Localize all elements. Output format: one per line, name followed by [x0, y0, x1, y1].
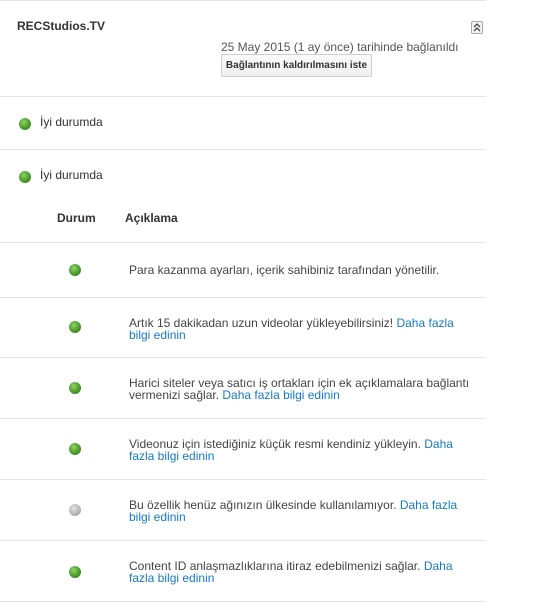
- learn-more-link[interactable]: Daha fazla bilgi edinin: [222, 388, 339, 402]
- status-label: İyi durumda: [40, 115, 103, 129]
- double-chevron-up-icon: [473, 23, 481, 32]
- divider: [0, 149, 486, 150]
- collapse-button[interactable]: [471, 21, 483, 34]
- divider: [0, 540, 486, 541]
- status-good-icon: [69, 382, 81, 394]
- feature-description: Bu özellik henüz ağınızın ülkesinde kull…: [129, 498, 458, 524]
- divider: [0, 357, 486, 358]
- feature-description: Content ID anlaşmazlıklarına itiraz edeb…: [129, 559, 453, 585]
- status-good-icon: [69, 321, 81, 333]
- divider: [0, 601, 486, 602]
- feature-description: Harici siteler veya satıcı iş ortakları …: [129, 376, 470, 402]
- status-good-icon: [69, 264, 81, 276]
- status-label: İyi durumda: [40, 168, 103, 182]
- status-good-icon: [69, 566, 81, 578]
- feature-description: Artık 15 dakikadan uzun videolar yükleye…: [129, 316, 454, 342]
- status-good-icon: [19, 171, 31, 183]
- column-header-status: Durum: [57, 211, 96, 225]
- status-unavailable-icon: [69, 504, 81, 516]
- status-good-icon: [19, 118, 31, 130]
- status-good-icon: [69, 443, 81, 455]
- divider: [0, 418, 486, 419]
- divider: [0, 479, 486, 480]
- feature-description: Para kazanma ayarları, içerik sahibiniz …: [129, 263, 440, 277]
- channel-status-panel: RECStudios.TV 25 May 2015 (1 ay önce) ta…: [0, 0, 486, 612]
- divider: [0, 0, 486, 1]
- divider: [0, 242, 486, 243]
- feature-description: Videonuz için istediğiniz küçük resmi ke…: [129, 437, 453, 463]
- request-disconnect-button[interactable]: Bağlantının kaldırılmasını iste: [221, 54, 372, 77]
- channel-name: RECStudios.TV: [17, 19, 106, 33]
- divider: [0, 96, 486, 97]
- connected-date-text: 25 May 2015 (1 ay önce) tarihinde bağlan…: [221, 40, 459, 54]
- divider: [0, 297, 486, 298]
- column-header-description: Açıklama: [125, 211, 178, 225]
